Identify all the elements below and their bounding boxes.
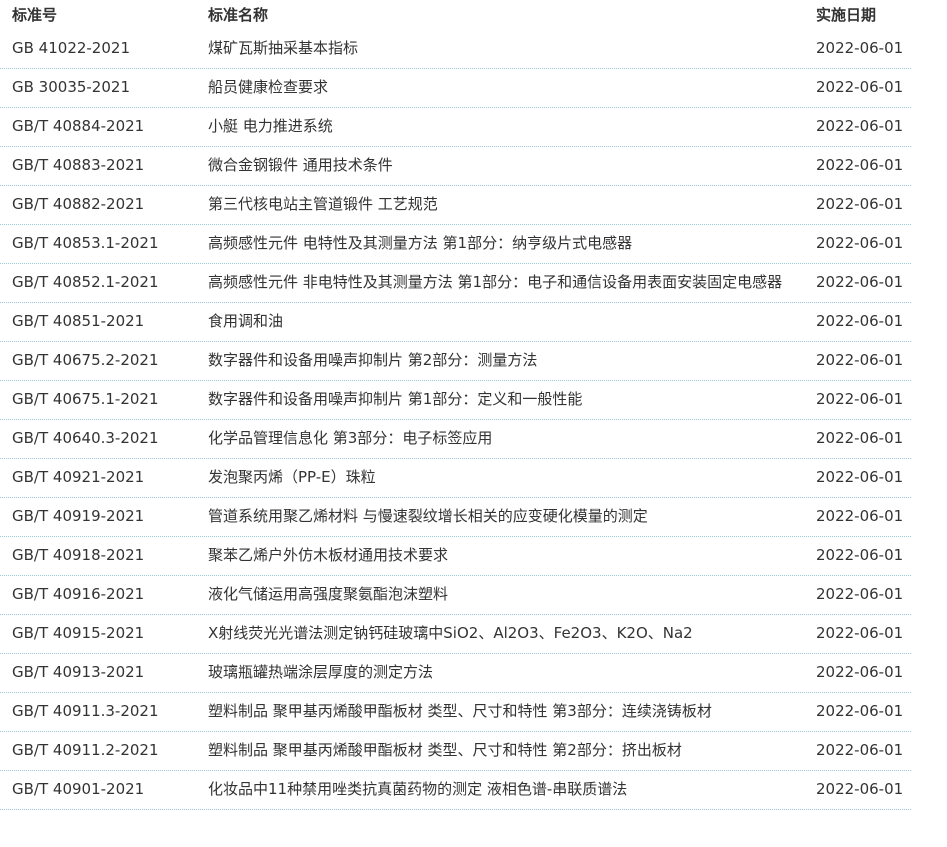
standard-name[interactable]: 塑料制品 聚甲基丙烯酸甲酯板材 类型、尺寸和特性 第3部分：连续浇铸板材 <box>206 693 804 731</box>
implementation-date: 2022-06-01 <box>816 468 904 486</box>
standard-name[interactable]: 数字器件和设备用噪声抑制片 第2部分：测量方法 <box>206 342 804 380</box>
standard-number[interactable]: GB/T 40919-2021 <box>0 498 206 536</box>
standard-name[interactable]: 食用调和油 <box>206 303 804 341</box>
standard-name[interactable]: 化学品管理信息化 第3部分：电子标签应用 <box>206 420 804 458</box>
implementation-date: 2022-06-01 <box>816 351 904 369</box>
standard-name[interactable]: 化妆品中11种禁用唑类抗真菌药物的测定 液相色谱-串联质谱法 <box>206 771 804 809</box>
table-row[interactable]: GB/T 40915-2021 X射线荧光光谱法测定钠钙硅玻璃中SiO2、Al2O… <box>0 615 911 654</box>
standard-name[interactable]: 液化气储运用高强度聚氨酯泡沫塑料 <box>206 576 804 614</box>
table-row[interactable]: GB/T 40918-2021 聚苯乙烯户外仿木板材通用技术要求 2022-06-0… <box>0 537 911 576</box>
table-row[interactable]: GB/T 40640.3-2021 化学品管理信息化 第3部分：电子标签应用 202… <box>0 420 911 459</box>
implementation-date: 2022-06-01 <box>816 663 904 681</box>
standard-name[interactable]: 发泡聚丙烯（PP-E）珠粒 <box>206 459 804 497</box>
table-row[interactable]: GB/T 40883-2021 微合金钢锻件 通用技术条件 2022-06-01 <box>0 147 911 186</box>
standard-name[interactable]: 数字器件和设备用噪声抑制片 第1部分：定义和一般性能 <box>206 381 804 419</box>
implementation-date: 2022-06-01 <box>816 780 904 798</box>
table-row[interactable]: GB/T 40852.1-2021 高频感性元件 非电特性及其测量方法 第1部分：… <box>0 264 911 303</box>
standard-name[interactable]: 煤矿瓦斯抽采基本指标 <box>206 30 804 68</box>
implementation-date: 2022-06-01 <box>816 702 904 720</box>
table-row[interactable]: GB 41022-2021 煤矿瓦斯抽采基本指标 2022-06-01 <box>0 30 911 69</box>
implementation-date: 2022-06-01 <box>816 273 904 291</box>
standard-name[interactable]: X射线荧光光谱法测定钠钙硅玻璃中SiO2、Al2O3、Fe2O3、K2O、Na2 <box>206 615 804 653</box>
standard-number[interactable]: GB/T 40675.1-2021 <box>0 381 206 419</box>
implementation-date: 2022-06-01 <box>816 429 904 447</box>
standard-number[interactable]: GB/T 40640.3-2021 <box>0 420 206 458</box>
standard-number[interactable]: GB 41022-2021 <box>0 30 206 68</box>
table-row[interactable]: GB/T 40916-2021 液化气储运用高强度聚氨酯泡沫塑料 2022-06-0… <box>0 576 911 615</box>
header-implementation-date: 实施日期 <box>816 6 877 24</box>
table-row[interactable]: GB/T 40853.1-2021 高频感性元件 电特性及其测量方法 第1部分：纳… <box>0 225 911 264</box>
standards-table: 标准号 标准名称 实施日期 GB 41022-2021 煤矿瓦斯抽采基本指标 202… <box>0 0 947 810</box>
implementation-date: 2022-06-01 <box>816 39 904 57</box>
table-body: GB 41022-2021 煤矿瓦斯抽采基本指标 2022-06-01 GB 3003… <box>0 30 911 810</box>
standard-number[interactable]: GB/T 40852.1-2021 <box>0 264 206 302</box>
standard-number[interactable]: GB/T 40916-2021 <box>0 576 206 614</box>
standard-number[interactable]: GB/T 40921-2021 <box>0 459 206 497</box>
standard-name[interactable]: 塑料制品 聚甲基丙烯酸甲酯板材 类型、尺寸和特性 第2部分：挤出板材 <box>206 732 804 770</box>
table-row[interactable]: GB 30035-2021 船员健康检查要求 2022-06-01 <box>0 69 911 108</box>
standard-number[interactable]: GB/T 40911.2-2021 <box>0 732 206 770</box>
implementation-date: 2022-06-01 <box>816 585 904 603</box>
standard-name[interactable]: 管道系统用聚乙烯材料 与慢速裂纹增长相关的应变硬化模量的测定 <box>206 498 804 536</box>
table-row[interactable]: GB/T 40913-2021 玻璃瓶罐热端涂层厚度的测定方法 2022-06-01 <box>0 654 911 693</box>
table-row[interactable]: GB/T 40851-2021 食用调和油 2022-06-01 <box>0 303 911 342</box>
standard-number[interactable]: GB 30035-2021 <box>0 69 206 107</box>
table-row[interactable]: GB/T 40921-2021 发泡聚丙烯（PP-E）珠粒 2022-06-01 <box>0 459 911 498</box>
table-row[interactable]: GB/T 40675.1-2021 数字器件和设备用噪声抑制片 第1部分：定义和一… <box>0 381 911 420</box>
implementation-date: 2022-06-01 <box>816 234 904 252</box>
standard-number[interactable]: GB/T 40675.2-2021 <box>0 342 206 380</box>
standard-name[interactable]: 高频感性元件 电特性及其测量方法 第1部分：纳亨级片式电感器 <box>206 225 804 263</box>
standard-name[interactable]: 船员健康检查要求 <box>206 69 804 107</box>
standard-number[interactable]: GB/T 40882-2021 <box>0 186 206 224</box>
table-row[interactable]: GB/T 40901-2021 化妆品中11种禁用唑类抗真菌药物的测定 液相色谱-… <box>0 771 911 810</box>
standard-number[interactable]: GB/T 40851-2021 <box>0 303 206 341</box>
standard-number[interactable]: GB/T 40913-2021 <box>0 654 206 692</box>
implementation-date: 2022-06-01 <box>816 741 904 759</box>
header-standard-number: 标准号 <box>12 6 58 24</box>
implementation-date: 2022-06-01 <box>816 507 904 525</box>
table-row[interactable]: GB/T 40882-2021 第三代核电站主管道锻件 工艺规范 2022-06-0… <box>0 186 911 225</box>
implementation-date: 2022-06-01 <box>816 156 904 174</box>
implementation-date: 2022-06-01 <box>816 624 904 642</box>
table-row[interactable]: GB/T 40884-2021 小艇 电力推进系统 2022-06-01 <box>0 108 911 147</box>
implementation-date: 2022-06-01 <box>816 117 904 135</box>
standard-number[interactable]: GB/T 40901-2021 <box>0 771 206 809</box>
implementation-date: 2022-06-01 <box>816 546 904 564</box>
standard-name[interactable]: 微合金钢锻件 通用技术条件 <box>206 147 804 185</box>
standard-number[interactable]: GB/T 40918-2021 <box>0 537 206 575</box>
implementation-date: 2022-06-01 <box>816 78 904 96</box>
table-header: 标准号 标准名称 实施日期 <box>0 0 911 30</box>
standard-name[interactable]: 玻璃瓶罐热端涂层厚度的测定方法 <box>206 654 804 692</box>
table-row[interactable]: GB/T 40911.3-2021 塑料制品 聚甲基丙烯酸甲酯板材 类型、尺寸和特… <box>0 693 911 732</box>
standard-number[interactable]: GB/T 40884-2021 <box>0 108 206 146</box>
standard-number[interactable]: GB/T 40915-2021 <box>0 615 206 653</box>
table-row[interactable]: GB/T 40911.2-2021 塑料制品 聚甲基丙烯酸甲酯板材 类型、尺寸和特… <box>0 732 911 771</box>
implementation-date: 2022-06-01 <box>816 312 904 330</box>
standard-name[interactable]: 小艇 电力推进系统 <box>206 108 804 146</box>
standard-name[interactable]: 聚苯乙烯户外仿木板材通用技术要求 <box>206 537 804 575</box>
standard-name[interactable]: 高频感性元件 非电特性及其测量方法 第1部分：电子和通信设备用表面安装固定电感器 <box>206 264 804 302</box>
implementation-date: 2022-06-01 <box>816 195 904 213</box>
standard-number[interactable]: GB/T 40883-2021 <box>0 147 206 185</box>
standard-number[interactable]: GB/T 40853.1-2021 <box>0 225 206 263</box>
header-standard-name: 标准名称 <box>208 6 269 24</box>
table-row[interactable]: GB/T 40919-2021 管道系统用聚乙烯材料 与慢速裂纹增长相关的应变硬化… <box>0 498 911 537</box>
table-row[interactable]: GB/T 40675.2-2021 数字器件和设备用噪声抑制片 第2部分：测量方法… <box>0 342 911 381</box>
standard-number[interactable]: GB/T 40911.3-2021 <box>0 693 206 731</box>
implementation-date: 2022-06-01 <box>816 390 904 408</box>
standard-name[interactable]: 第三代核电站主管道锻件 工艺规范 <box>206 186 804 224</box>
